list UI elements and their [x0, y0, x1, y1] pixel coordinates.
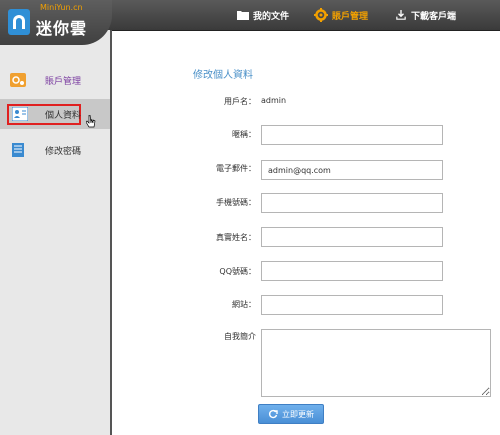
profile-card-icon	[12, 107, 28, 121]
page-title: 修改個人資料	[193, 70, 253, 81]
email-field[interactable]	[261, 160, 443, 180]
sidebar-header-account-management[interactable]: 賬戶管理	[0, 65, 110, 95]
gear-icon	[314, 8, 328, 22]
bio-label: 自我簡介	[224, 332, 256, 341]
email-label: 電子郵件：	[216, 164, 256, 173]
refresh-icon	[268, 409, 278, 419]
nav-download-client-label: 下載客戶端	[411, 11, 457, 22]
realname-label: 真實姓名：	[216, 233, 256, 242]
phone-field[interactable]	[261, 193, 443, 213]
sidebar-item-profile-label: 個人資料	[45, 110, 82, 121]
folder-icon	[237, 11, 249, 20]
logo[interactable]: MiniYun.cn 迷你雲	[0, 0, 112, 45]
qq-label: QQ號碼：	[219, 267, 256, 276]
sidebar-header-label: 賬戶管理	[45, 76, 82, 87]
logo-title: 迷你雲	[36, 19, 88, 38]
mouse-pointer-icon	[86, 115, 96, 128]
sidebar-item-profile[interactable]: 個人資料	[0, 99, 110, 129]
nickname-label: 暱稱：	[232, 130, 256, 139]
account-gear-icon	[10, 73, 26, 87]
sidebar: 賬戶管理 個人資料 修改密碼	[0, 30, 112, 435]
document-icon	[12, 143, 24, 157]
realname-field[interactable]	[261, 227, 443, 247]
nav-my-files[interactable]: 我的文件	[237, 7, 289, 23]
nickname-field[interactable]	[261, 125, 443, 145]
username-label: 用戶名：	[224, 97, 256, 106]
sidebar-item-change-password[interactable]: 修改密碼	[0, 135, 110, 165]
nav-account-management[interactable]: 賬戶管理	[314, 7, 368, 23]
download-icon	[396, 10, 406, 20]
update-now-button[interactable]: 立即更新	[258, 404, 324, 424]
qq-field[interactable]	[261, 261, 443, 281]
logo-subtitle: MiniYun.cn	[40, 3, 83, 12]
update-now-label: 立即更新	[282, 409, 314, 419]
nav-download-client[interactable]: 下載客戶端	[395, 7, 456, 23]
website-label: 網站：	[232, 300, 256, 309]
miniyun-logo-icon	[8, 9, 30, 35]
phone-label: 手機號碼：	[216, 198, 256, 207]
website-field[interactable]	[261, 295, 443, 315]
nav-my-files-label: 我的文件	[253, 11, 290, 22]
nav-account-management-label: 賬戶管理	[332, 11, 369, 22]
bio-textarea[interactable]	[261, 329, 491, 397]
username-value: admin	[261, 96, 287, 105]
sidebar-item-change-password-label: 修改密碼	[45, 146, 82, 157]
